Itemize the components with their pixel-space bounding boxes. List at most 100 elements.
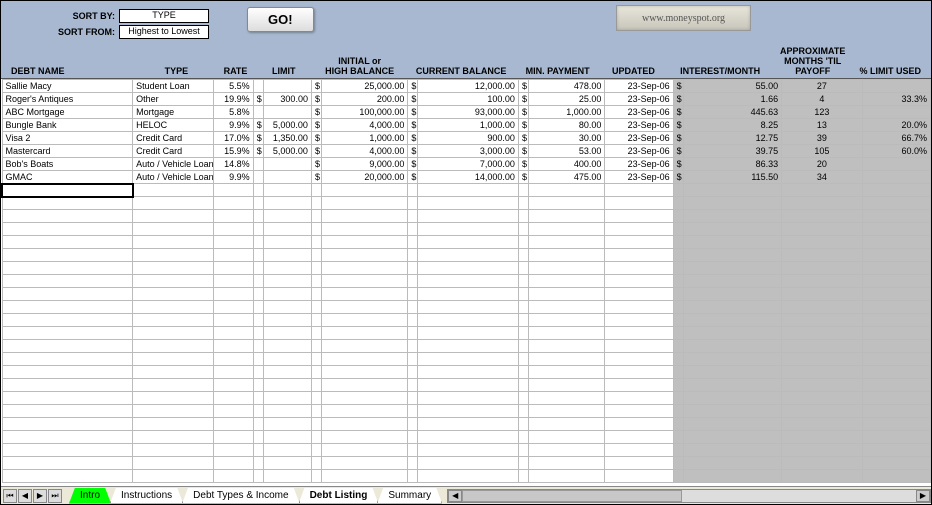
cell-type[interactable]: Auto / Vehicle Loan [133,171,213,184]
cell-empty[interactable] [2,314,133,327]
cell-limitused[interactable] [862,171,930,184]
cell-limit-currency[interactable]: $ [253,119,263,132]
cell-current[interactable]: 100.00 [418,93,518,106]
cell-empty[interactable] [2,184,133,197]
cell-initial[interactable]: 4,000.00 [322,119,408,132]
cell-name[interactable]: Bungle Bank [2,119,133,132]
cell-intmonth[interactable]: 55.00 [683,80,781,93]
cell-updated[interactable]: 23-Sep-06 [605,158,673,171]
cell-limit[interactable] [263,106,311,119]
cell-initial-currency[interactable]: $ [311,145,321,158]
cell-limit[interactable]: 1,350.00 [263,132,311,145]
table-row[interactable] [2,470,931,483]
cell-current[interactable]: 7,000.00 [418,158,518,171]
cell-payoff[interactable]: 13 [782,119,862,132]
cell-empty[interactable] [2,418,133,431]
cell-minpay-currency[interactable]: $ [518,119,528,132]
horizontal-scrollbar[interactable]: ◀ ▶ [447,489,931,503]
cell-current[interactable]: 93,000.00 [418,106,518,119]
cell-updated[interactable]: 23-Sep-06 [605,145,673,158]
cell-current-currency[interactable]: $ [408,132,418,145]
cell-empty[interactable] [2,327,133,340]
cell-limit[interactable] [263,158,311,171]
cell-limit-currency[interactable]: $ [253,93,263,106]
tab-summary[interactable]: Summary [377,488,442,504]
cell-intmonth[interactable]: 115.50 [683,171,781,184]
cell-empty[interactable] [2,210,133,223]
cell-type[interactable]: Credit Card [133,145,213,158]
cell-minpay-currency[interactable]: $ [518,158,528,171]
cell-updated[interactable]: 23-Sep-06 [605,106,673,119]
cell-type[interactable]: Other [133,93,213,106]
cell-empty[interactable] [2,223,133,236]
table-row[interactable] [2,288,931,301]
table-row[interactable]: MastercardCredit Card15.9%$5,000.00$4,00… [2,145,931,158]
cell-name[interactable]: Bob's Boats [2,158,133,171]
cell-intmonth[interactable]: 1.66 [683,93,781,106]
cell-current[interactable]: 3,000.00 [418,145,518,158]
cell-name[interactable]: Roger's Antiques [2,93,133,106]
cell-payoff[interactable]: 4 [782,93,862,106]
cell-minpay-currency[interactable]: $ [518,93,528,106]
tab-nav-next-icon[interactable]: ▶ [33,489,47,503]
cell-intmonth-currency[interactable]: $ [673,106,683,119]
cell-initial-currency[interactable]: $ [311,171,321,184]
cell-type[interactable]: Student Loan [133,80,213,93]
cell-intmonth[interactable]: 86.33 [683,158,781,171]
table-row[interactable] [2,223,931,236]
table-row[interactable] [2,418,931,431]
cell-empty[interactable] [2,249,133,262]
cell-limit[interactable]: 300.00 [263,93,311,106]
cell-current[interactable]: 14,000.00 [418,171,518,184]
scroll-left-icon[interactable]: ◀ [448,490,462,502]
cell-rate[interactable]: 19.9% [213,93,253,106]
cell-limit-currency[interactable] [253,171,263,184]
cell-payoff[interactable]: 34 [782,171,862,184]
cell-empty[interactable] [2,275,133,288]
table-row[interactable]: Bungle BankHELOC9.9%$5,000.00$4,000.00$1… [2,119,931,132]
cell-empty[interactable] [2,444,133,457]
cell-initial[interactable]: 20,000.00 [322,171,408,184]
cell-intmonth-currency[interactable]: $ [673,80,683,93]
cell-type[interactable]: Mortgage [133,106,213,119]
cell-minpay-currency[interactable]: $ [518,80,528,93]
cell-initial-currency[interactable]: $ [311,132,321,145]
sort-by-dropdown[interactable]: TYPE [119,9,209,23]
table-row[interactable] [2,457,931,470]
table-row[interactable]: Bob's BoatsAuto / Vehicle Loan14.8%$9,00… [2,158,931,171]
cell-minpay-currency[interactable]: $ [518,132,528,145]
cell-limit[interactable]: 5,000.00 [263,119,311,132]
cell-limit[interactable] [263,80,311,93]
cell-payoff[interactable]: 123 [782,106,862,119]
table-row[interactable] [2,405,931,418]
cell-intmonth[interactable]: 12.75 [683,132,781,145]
cell-empty[interactable] [2,236,133,249]
cell-empty[interactable] [2,405,133,418]
table-row[interactable]: Visa 2Credit Card17.0%$1,350.00$1,000.00… [2,132,931,145]
cell-minpay-currency[interactable]: $ [518,171,528,184]
cell-updated[interactable]: 23-Sep-06 [605,119,673,132]
cell-type[interactable]: Auto / Vehicle Loan [133,158,213,171]
cell-initial-currency[interactable]: $ [311,93,321,106]
cell-limit[interactable]: 5,000.00 [263,145,311,158]
table-row[interactable] [2,444,931,457]
cell-minpay[interactable]: 478.00 [528,80,604,93]
cell-limit-currency[interactable] [253,106,263,119]
cell-intmonth[interactable]: 8.25 [683,119,781,132]
cell-limitused[interactable]: 33.3% [862,93,930,106]
table-row[interactable] [2,184,931,197]
tab-nav-last-icon[interactable]: ⏭ [48,489,62,503]
cell-initial-currency[interactable]: $ [311,80,321,93]
tab-debt-listing[interactable]: Debt Listing [299,488,379,504]
cell-current[interactable]: 900.00 [418,132,518,145]
cell-rate[interactable]: 17.0% [213,132,253,145]
table-row[interactable] [2,210,931,223]
cell-rate[interactable]: 14.8% [213,158,253,171]
cell-rate[interactable]: 5.5% [213,80,253,93]
cell-limit-currency[interactable]: $ [253,132,263,145]
cell-updated[interactable]: 23-Sep-06 [605,80,673,93]
table-row[interactable] [2,275,931,288]
tab-nav-first-icon[interactable]: ⏮ [3,489,17,503]
cell-limitused[interactable]: 66.7% [862,132,930,145]
tab-debt-types[interactable]: Debt Types & Income [182,488,299,504]
